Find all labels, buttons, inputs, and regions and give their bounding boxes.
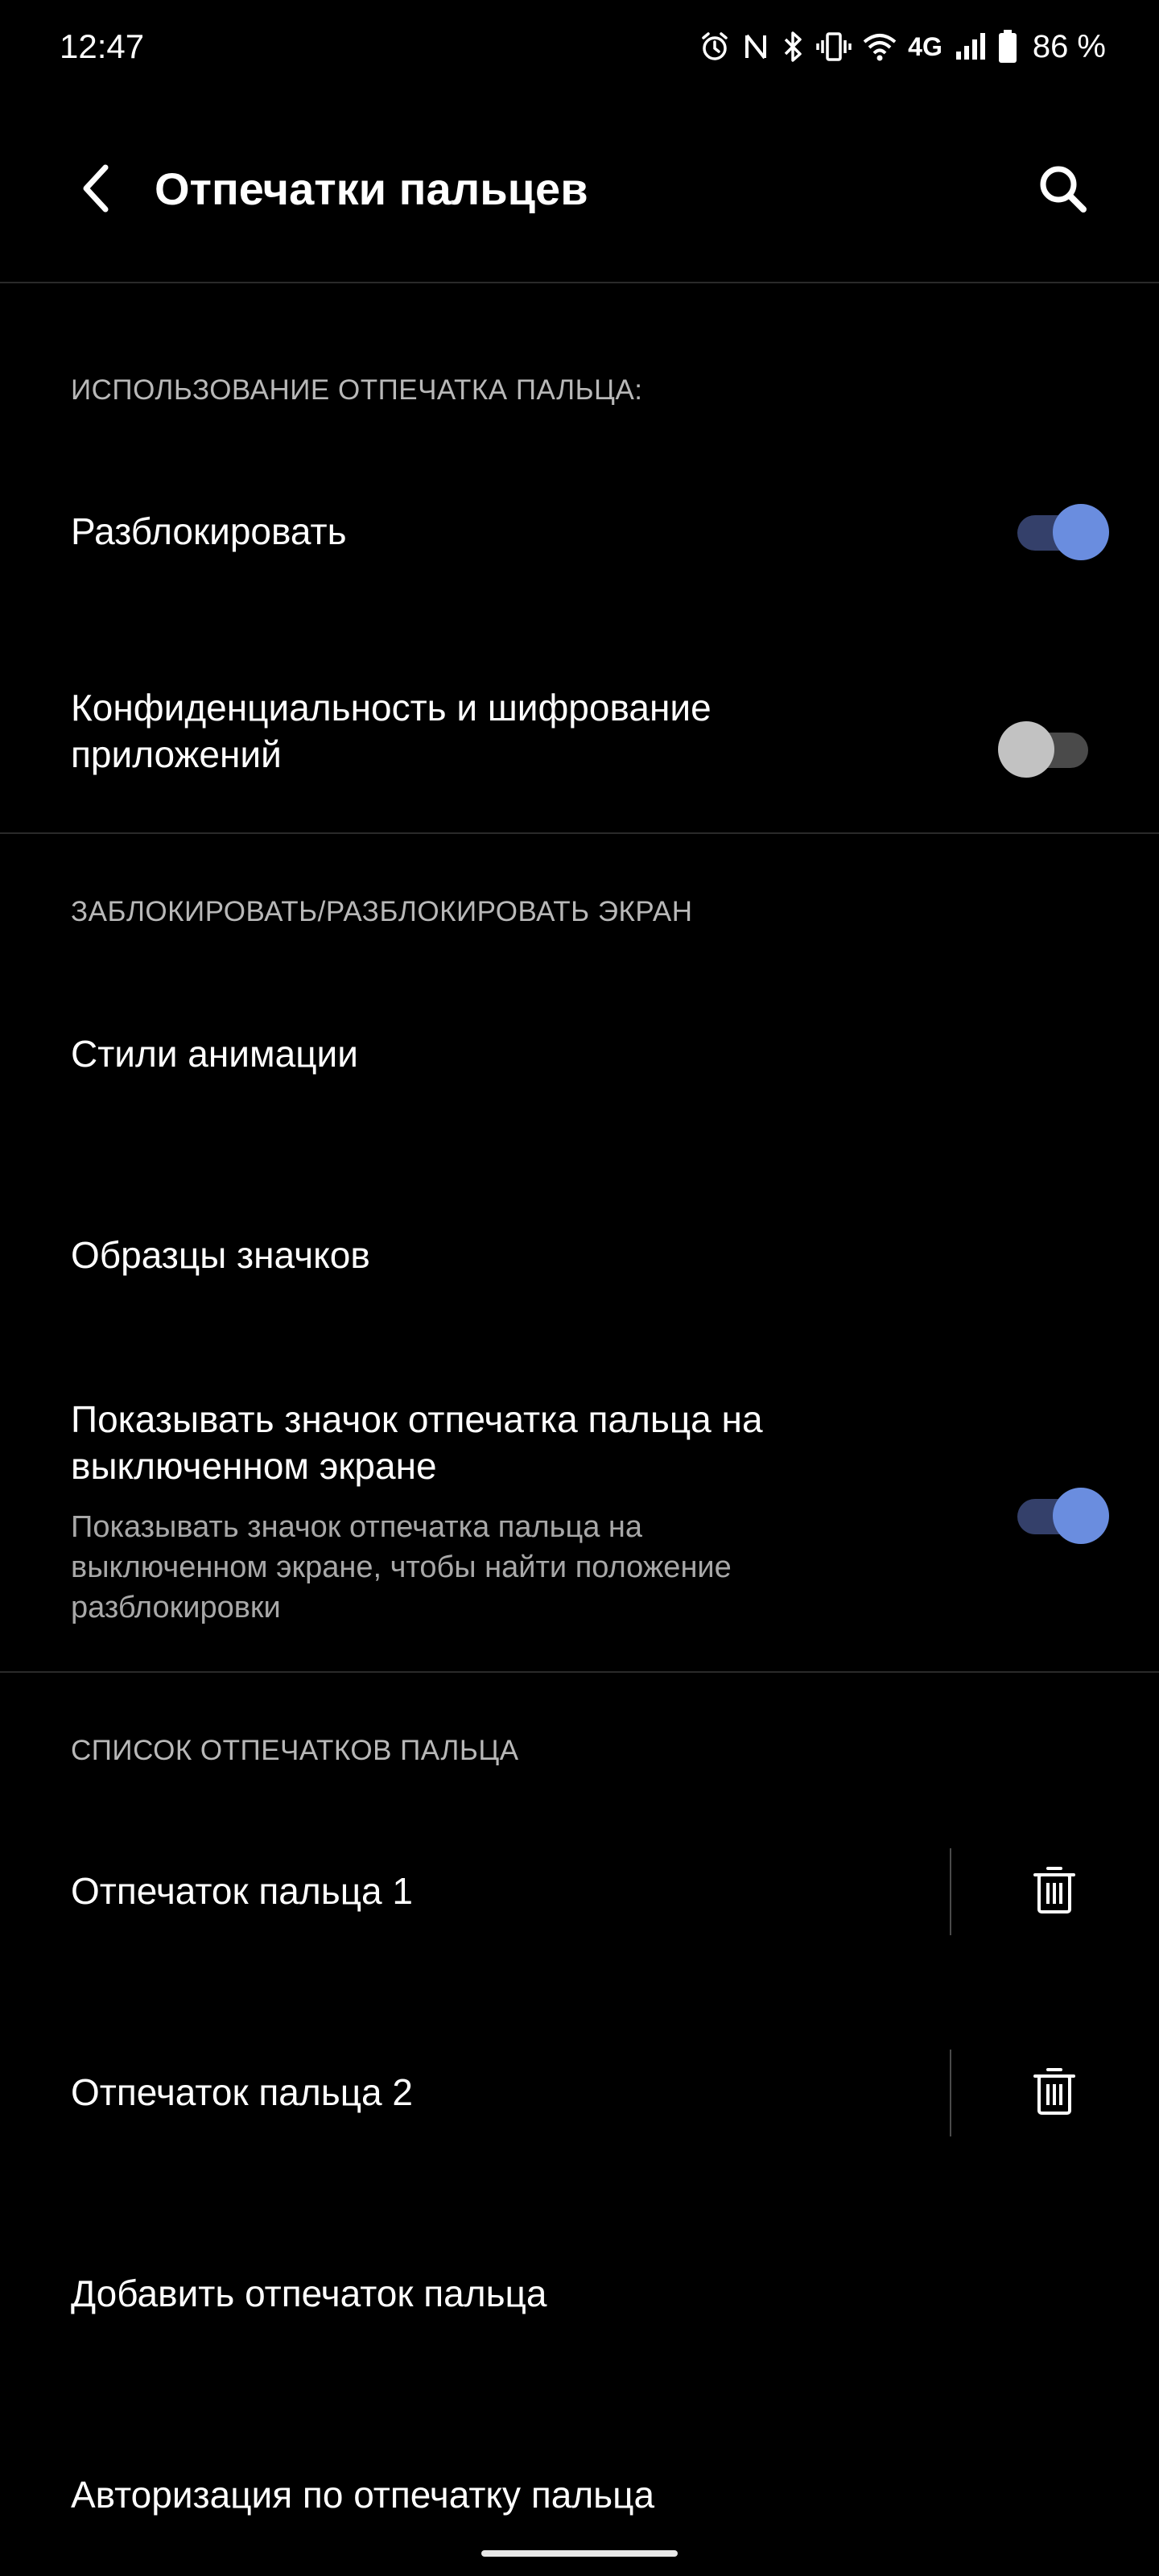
app-privacy-switch[interactable] xyxy=(998,718,1088,778)
bluetooth-icon xyxy=(781,30,805,64)
show-icon-subtitle-line1: Показывать значок отпечатка пальца на xyxy=(71,1510,643,1544)
row-separator xyxy=(950,1848,951,1935)
show-icon-row[interactable]: Показывать значок отпечатка пальца на вы… xyxy=(0,1385,1159,1642)
section-divider xyxy=(0,1671,1159,1673)
network-type: 4G xyxy=(908,31,942,61)
row-separator xyxy=(950,2050,951,2136)
fingerprint-auth-row[interactable]: Авторизация по отпечатку пальца xyxy=(0,2431,1159,2560)
app-privacy-label-line2: приложений xyxy=(71,733,282,775)
show-icon-title-line1: Показывать значок отпечатка пальца на xyxy=(71,1398,763,1440)
animation-styles-row[interactable]: Стили анимации xyxy=(0,990,1159,1119)
status-icons: 4G 86 % xyxy=(699,24,1106,69)
signal-icon xyxy=(954,31,986,63)
fingerprint-auth-label: Авторизация по отпечатку пальца xyxy=(71,2474,655,2516)
delete-fingerprint-button[interactable] xyxy=(1014,1852,1095,1932)
back-button[interactable] xyxy=(56,150,137,230)
section-header-fingerprints: СПИСОК ОТПЕЧАТКОВ ПАЛЬЦА xyxy=(71,1735,519,1766)
alarm-icon xyxy=(699,31,731,63)
app-bar: Отпечатки пальцев xyxy=(0,93,1159,282)
unlock-row[interactable]: Разблокировать xyxy=(0,467,1159,596)
switch-thumb xyxy=(1053,1488,1109,1544)
show-icon-subtitle-line2: выключенном экране, чтобы найти положени… xyxy=(71,1550,732,1584)
switch-thumb xyxy=(998,721,1054,778)
fingerprint-label: Отпечаток пальца 2 xyxy=(71,2071,413,2113)
section-divider xyxy=(0,832,1159,834)
switch-thumb xyxy=(1053,504,1109,560)
app-bar-divider xyxy=(0,282,1159,283)
status-bar: 12:47 4G 86 % xyxy=(0,0,1159,93)
vibrate-icon xyxy=(816,31,852,63)
search-icon xyxy=(1037,163,1088,218)
section-header-lock-screen: ЗАБЛОКИРОВАТЬ/РАЗБЛОКИРОВАТЬ ЭКРАН xyxy=(71,896,693,927)
add-fingerprint-label: Добавить отпечаток пальца xyxy=(71,2273,547,2314)
unlock-switch[interactable] xyxy=(1017,501,1109,560)
delete-fingerprint-button[interactable] xyxy=(1014,2053,1095,2133)
trash-icon xyxy=(1033,2066,1075,2120)
fingerprint-row[interactable]: Отпечаток пальца 1 xyxy=(0,1827,1159,1956)
app-privacy-label-line1: Конфиденциальность и шифрование xyxy=(71,687,711,729)
show-icon-subtitle-line3: разблокировки xyxy=(71,1591,281,1624)
wifi-icon xyxy=(863,31,897,63)
trash-icon xyxy=(1033,1865,1075,1919)
show-icon-title-line2: выключенном экране xyxy=(71,1445,437,1487)
fingerprint-row[interactable]: Отпечаток пальца 2 xyxy=(0,2029,1159,2157)
home-indicator[interactable] xyxy=(481,2550,678,2557)
icon-samples-row[interactable]: Образцы значков xyxy=(0,1191,1159,1320)
fingerprint-label: Отпечаток пальца 1 xyxy=(71,1870,413,1912)
section-header-usage: ИСПОЛЬЗОВАНИЕ ОТПЕЧАТКА ПАЛЬЦА: xyxy=(71,374,643,406)
icon-samples-label: Образцы значков xyxy=(71,1234,370,1276)
animation-styles-label: Стили анимации xyxy=(71,1033,358,1075)
app-privacy-row[interactable]: Конфиденциальность и шифрование приложен… xyxy=(0,660,1159,813)
show-icon-switch[interactable] xyxy=(1017,1484,1109,1544)
search-button[interactable] xyxy=(1022,150,1103,230)
page-title: Отпечатки пальцев xyxy=(155,163,588,214)
nfc-icon xyxy=(742,31,769,63)
add-fingerprint-row[interactable]: Добавить отпечаток пальца xyxy=(0,2230,1159,2359)
battery-percentage: 86 % xyxy=(1032,28,1106,64)
status-time: 12:47 xyxy=(60,27,145,65)
back-arrow-icon xyxy=(76,163,117,218)
unlock-label: Разблокировать xyxy=(71,510,347,552)
battery-icon xyxy=(997,29,1018,64)
